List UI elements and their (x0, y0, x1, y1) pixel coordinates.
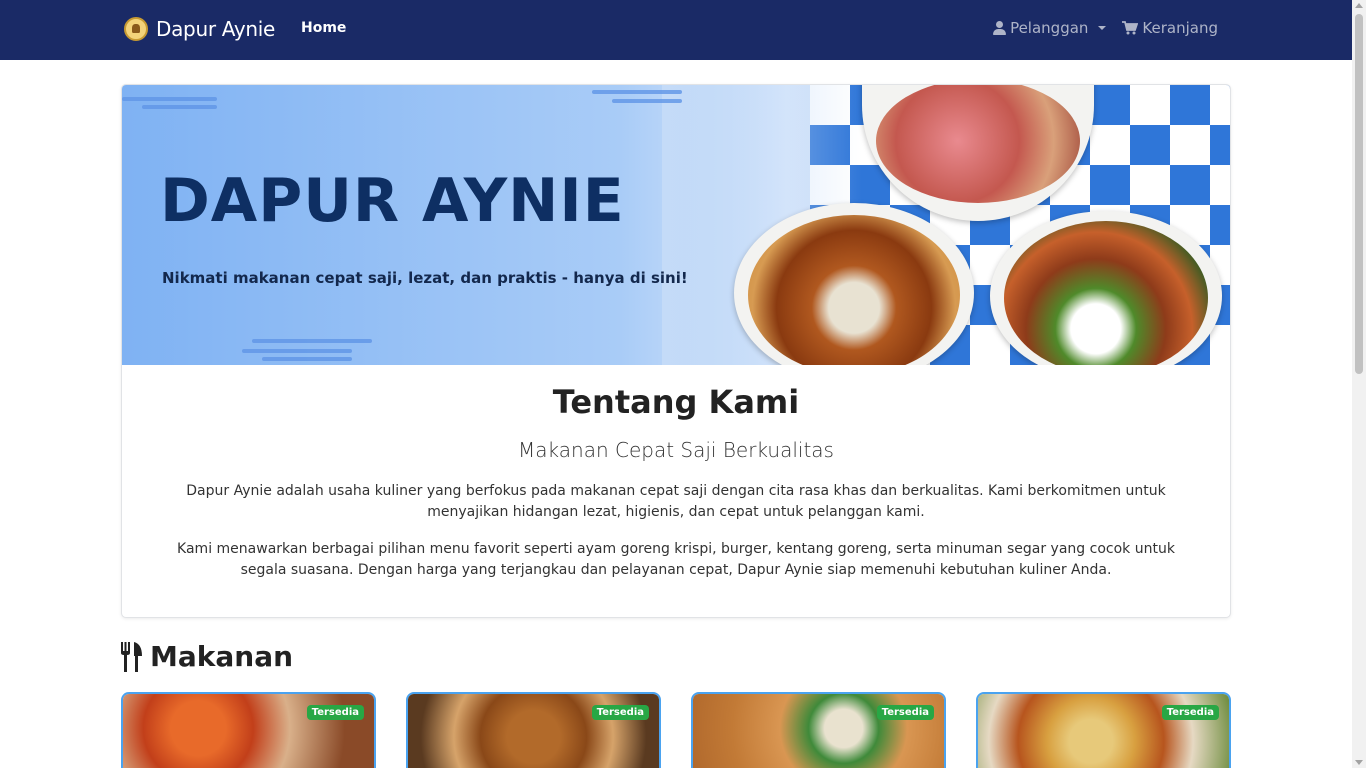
about-paragraph-2: Kami menawarkan berbagai pilihan menu fa… (177, 541, 1175, 578)
brand-link[interactable]: Dapur Aynie (124, 14, 275, 44)
scroll-down-icon[interactable] (1355, 760, 1363, 765)
speed-line (242, 349, 352, 353)
pelanggan-dropdown[interactable]: Pelanggan (993, 19, 1107, 37)
menu-card[interactable]: Tersedia (121, 692, 376, 768)
cart-icon (1122, 21, 1139, 35)
keranjang-label: Keranjang (1142, 19, 1218, 37)
brand-name: Dapur Aynie (156, 17, 276, 41)
caret-down-icon (1098, 26, 1107, 30)
hero-banner: DAPUR AYNIE Nikmati makanan cepat saji, … (122, 85, 1230, 365)
page-scrollbar[interactable] (1352, 0, 1366, 768)
scroll-thumb[interactable] (1355, 14, 1363, 374)
about-card: DAPUR AYNIE Nikmati makanan cepat saji, … (121, 84, 1231, 618)
keranjang-link[interactable]: Keranjang (1122, 19, 1218, 37)
status-badge: Tersedia (1161, 705, 1219, 720)
speed-line (612, 99, 682, 103)
nav-home-link[interactable]: Home (301, 20, 346, 36)
speed-line (122, 97, 217, 101)
menu-card[interactable]: Tersedia (691, 692, 946, 768)
brand-logo-icon (124, 17, 148, 41)
banner-subtitle: Nikmati makanan cepat saji, lezat, dan p… (162, 269, 688, 287)
scroll-up-icon[interactable] (1355, 3, 1363, 8)
about-title: Tentang Kami (552, 383, 800, 421)
about-paragraph-1: Dapur Aynie adalah usaha kuliner yang be… (186, 483, 1166, 520)
nav-right: Pelanggan Keranjang (993, 19, 1218, 37)
menu-card[interactable]: Tersedia (976, 692, 1231, 768)
banner-title: DAPUR AYNIE (160, 166, 625, 236)
makanan-title: Makanan (150, 640, 294, 673)
makanan-heading: Makanan (120, 640, 293, 673)
utensils-icon (121, 641, 142, 672)
about-subtitle: Makanan Cepat Saji Berkualitas (518, 438, 834, 462)
navbar: Dapur Aynie Home Pelanggan Keranjang (0, 0, 1352, 60)
user-icon (993, 21, 1007, 35)
speed-line (252, 339, 372, 343)
status-badge: Tersedia (306, 705, 364, 720)
speed-line (592, 90, 682, 94)
speed-line (142, 105, 217, 109)
status-badge: Tersedia (876, 705, 934, 720)
pelanggan-label: Pelanggan (1010, 19, 1089, 37)
menu-card[interactable]: Tersedia (406, 692, 661, 768)
status-badge: Tersedia (591, 705, 649, 720)
speed-line (262, 357, 352, 361)
